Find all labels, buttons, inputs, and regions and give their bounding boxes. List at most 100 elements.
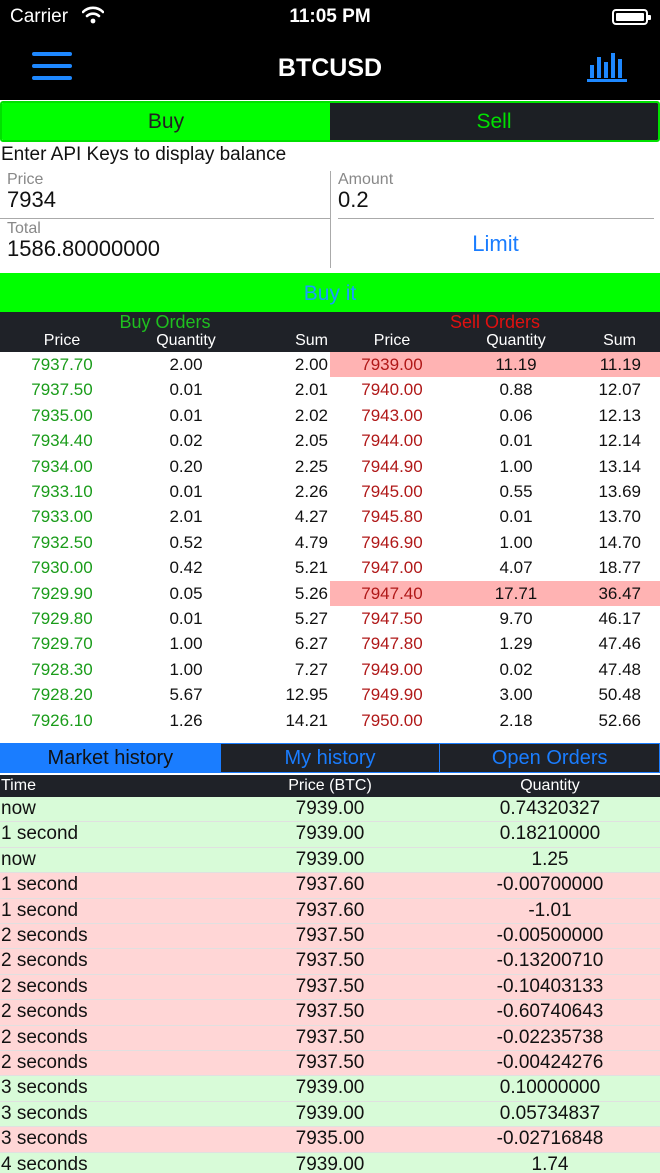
trade-time: now <box>1 798 36 819</box>
buy-sum: 2.00 <box>294 355 328 374</box>
order-book-row[interactable]: 7930.00 0.42 5.21 7947.00 4.07 18.77 <box>0 555 660 580</box>
buy-sum: 4.27 <box>294 507 328 527</box>
form-divider <box>338 218 654 219</box>
buy-tab[interactable]: Buy <box>2 103 330 140</box>
market-history-header: Time Price (BTC) Quantity <box>0 775 660 797</box>
order-book-row[interactable]: 7935.00 0.01 2.02 7943.00 0.06 12.13 <box>0 403 660 428</box>
trade-quantity: -0.00424276 <box>496 1052 604 1073</box>
history-row[interactable]: 1 second 7937.60 -1.01 <box>0 898 660 924</box>
buy-sum: 2.02 <box>294 405 328 425</box>
sell-sum: 46.17 <box>598 609 641 628</box>
trade-time: 1 second <box>1 899 79 921</box>
buy-quantity: 2.01 <box>169 507 203 527</box>
history-row[interactable]: 4 seconds 7939.00 1.74 <box>0 1152 660 1173</box>
order-book-list[interactable]: 7937.70 2.00 2.00 7939.00 11.19 11.19 7937.50 0… <box>0 352 660 742</box>
limit-button[interactable]: Limit <box>331 220 660 268</box>
trade-price: 7939.00 <box>295 1102 365 1124</box>
history-row[interactable]: 1 second 7937.60 -0.00700000 <box>0 873 660 899</box>
trade-quantity: -0.02235738 <box>496 1026 604 1048</box>
buy-sum: 5.21 <box>294 558 328 578</box>
order-book-row[interactable]: 7933.00 2.01 4.27 7945.80 0.01 13.70 <box>0 504 660 529</box>
tab-market-history[interactable]: Market history <box>1 744 220 772</box>
sell-sum: 36.47 <box>598 583 641 603</box>
sell-quantity: 4.07 <box>499 558 533 578</box>
bar-chart-icon[interactable] <box>586 48 628 84</box>
trade-time: 2 seconds <box>1 1001 88 1023</box>
order-book-row[interactable]: 7929.70 1.00 6.27 7947.80 1.29 47.46 <box>0 631 660 656</box>
buy-sum: 2.05 <box>294 431 328 451</box>
buy-price: 7928.30 <box>31 659 93 679</box>
sell-tab[interactable]: Sell <box>330 103 658 140</box>
trade-quantity: 1.74 <box>531 1153 569 1173</box>
history-row[interactable]: 3 seconds 7939.00 0.05734837 <box>0 1101 660 1128</box>
history-row[interactable]: 2 seconds 7937.50 -0.00500000 <box>0 924 660 950</box>
status-bar: Carrier 11:05 PM <box>0 0 660 34</box>
total-input[interactable]: 1586.80000000 <box>7 236 160 262</box>
history-row[interactable]: 1 second 7939.00 0.18210000 <box>0 822 660 848</box>
sell-quantity: 1.00 <box>499 456 533 476</box>
buy-price: 7928.20 <box>31 685 93 705</box>
sell-price: 7940.00 <box>361 380 423 400</box>
order-book-row[interactable]: 7928.30 1.00 7.27 7949.00 0.02 47.48 <box>0 657 660 682</box>
order-book-header: Buy Orders Sell Orders Price Quantity Su… <box>0 312 660 352</box>
buy-sum: 5.27 <box>294 609 328 628</box>
order-book-row[interactable]: 7932.50 0.52 4.79 7946.90 1.00 14.70 <box>0 530 660 555</box>
hamburger-menu-icon[interactable] <box>32 52 72 82</box>
order-book-row[interactable]: 7933.10 0.01 2.26 7945.00 0.55 13.69 <box>0 479 660 504</box>
api-keys-message: Enter API Keys to display balance <box>1 144 287 165</box>
trade-quantity: -0.13200710 <box>496 950 604 972</box>
total-field[interactable]: Total 1586.80000000 <box>0 218 330 268</box>
buy-quantity: 0.02 <box>169 431 203 451</box>
history-row[interactable]: now 7939.00 0.74320327 <box>0 797 660 823</box>
history-row[interactable]: 2 seconds 7937.50 -0.13200710 <box>0 949 660 975</box>
order-book-row[interactable]: 7937.50 0.01 2.01 7940.00 0.88 12.07 <box>0 377 660 402</box>
history-row[interactable]: 2 seconds 7937.50 -0.60740643 <box>0 1000 660 1026</box>
history-row[interactable]: 3 seconds 7935.00 -0.02716848 <box>0 1127 660 1153</box>
trade-price: 7937.60 <box>295 874 365 896</box>
tab-my-history[interactable]: My history <box>219 744 440 772</box>
order-book-row[interactable]: 7934.00 0.20 2.25 7944.90 1.00 13.14 <box>0 454 660 479</box>
trade-time: 3 seconds <box>1 1128 88 1150</box>
trade-price: 7937.50 <box>295 950 365 972</box>
trade-quantity: 0.18210000 <box>499 823 601 845</box>
order-book-row[interactable]: 7934.40 0.02 2.05 7944.00 0.01 12.14 <box>0 428 660 453</box>
trade-time: 2 seconds <box>1 1026 88 1048</box>
order-book-row[interactable]: 7937.70 2.00 2.00 7939.00 11.19 11.19 <box>0 352 660 377</box>
tab-open-orders[interactable]: Open Orders <box>439 744 659 772</box>
buy-quantity: 0.20 <box>169 456 203 476</box>
order-book-row[interactable]: 7928.20 5.67 12.95 7949.90 3.00 50.48 <box>0 682 660 707</box>
history-row[interactable]: 3 seconds 7939.00 0.10000000 <box>0 1076 660 1102</box>
sell-sum: 50.48 <box>598 685 641 705</box>
order-book-row[interactable]: 7929.90 0.05 5.26 7947.40 17.71 36.47 <box>0 580 660 606</box>
trade-price: 7937.50 <box>295 1026 365 1048</box>
history-row[interactable]: 2 seconds 7937.50 -0.02235738 <box>0 1025 660 1051</box>
buy-sum: 2.26 <box>294 482 328 501</box>
page-title: BTCUSD <box>277 54 383 82</box>
trade-time: 2 seconds <box>1 975 88 997</box>
price-input[interactable]: 7934 <box>7 187 56 213</box>
trade-quantity: -1.01 <box>528 899 572 921</box>
order-book-row[interactable]: 7926.10 1.26 14.21 7950.00 2.18 52.66 <box>0 708 660 733</box>
buy-it-button[interactable]: Buy it <box>0 273 660 312</box>
market-history-list[interactable]: now 7939.00 0.74320327 1 second 7939.00 0.182… <box>0 797 660 1173</box>
trade-quantity: -0.00500000 <box>496 925 604 946</box>
amount-input[interactable]: 0.2 <box>338 187 369 213</box>
order-book-row[interactable]: 7929.80 0.01 5.27 7947.50 9.70 46.17 <box>0 606 660 631</box>
trade-price: 7939.00 <box>295 823 365 845</box>
buy-price: 7937.50 <box>31 380 93 400</box>
sell-price: 7946.90 <box>361 532 423 552</box>
sell-sum-header: Sum <box>603 332 636 349</box>
buy-price-header: Price <box>43 332 81 349</box>
history-row[interactable]: 2 seconds 7937.50 -0.00424276 <box>0 1051 660 1077</box>
buy-sell-toggle: Buy Sell <box>0 101 660 142</box>
trade-price: 7935.00 <box>295 1128 365 1150</box>
sell-price: 7944.90 <box>361 456 423 476</box>
sell-price: 7947.00 <box>361 558 423 578</box>
buy-price: 7935.00 <box>31 405 93 425</box>
buy-quantity: 1.26 <box>169 710 203 730</box>
price-field[interactable]: Price 7934 <box>0 169 330 219</box>
amount-field[interactable]: Amount 0.2 <box>331 169 660 219</box>
history-row[interactable]: now 7939.00 1.25 <box>0 847 660 874</box>
trade-price: 7937.50 <box>295 925 365 946</box>
history-row[interactable]: 2 seconds 7937.50 -0.10403133 <box>0 974 660 1001</box>
